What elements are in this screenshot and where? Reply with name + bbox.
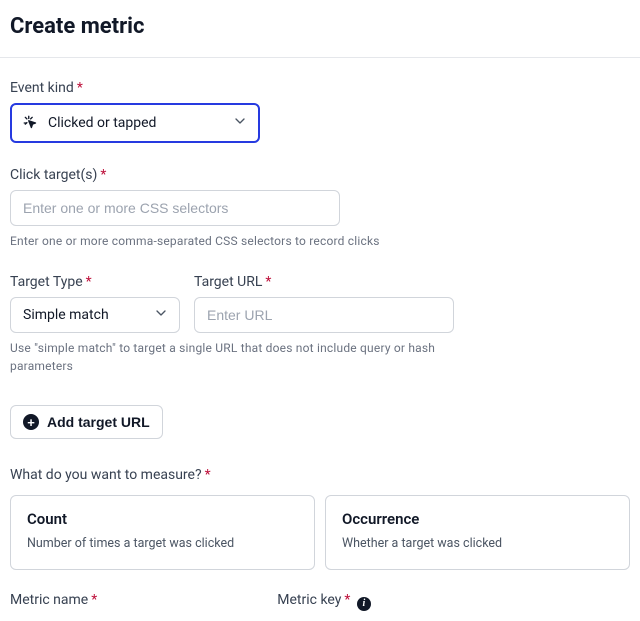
metric-key-label-text: Metric key (277, 592, 341, 608)
metric-name-label: Metric name* (10, 592, 97, 611)
measure-option-count[interactable]: Count Number of times a target was click… (10, 495, 315, 570)
target-type-value: Simple match (23, 307, 109, 323)
required-asterisk: * (344, 592, 350, 608)
required-asterisk: * (91, 592, 97, 608)
event-kind-select[interactable]: Clicked or tapped (10, 103, 260, 143)
target-type-label: Target Type* (10, 274, 180, 290)
required-asterisk: * (100, 167, 106, 183)
measure-option-title: Count (27, 510, 298, 528)
target-type-label-text: Target Type (10, 274, 83, 290)
event-kind-label-text: Event kind (10, 80, 74, 96)
divider (0, 57, 640, 58)
measure-option-desc: Whether a target was clicked (342, 536, 613, 551)
measure-option-title: Occurrence (342, 510, 613, 528)
measure-question: What do you want to measure?* (10, 467, 630, 483)
measure-option-desc: Number of times a target was clicked (27, 536, 298, 551)
required-asterisk: * (265, 274, 271, 290)
click-targets-input[interactable] (10, 190, 340, 226)
measure-question-text: What do you want to measure? (10, 467, 202, 483)
required-asterisk: * (205, 467, 211, 483)
required-asterisk: * (77, 80, 83, 96)
click-cursor-icon (22, 114, 40, 132)
target-type-select[interactable]: Simple match (10, 297, 180, 333)
click-targets-label-text: Click target(s) (10, 167, 97, 183)
event-kind-value: Clicked or tapped (48, 115, 156, 131)
click-targets-help: Enter one or more comma-separated CSS se… (10, 232, 630, 250)
chevron-down-icon (153, 305, 169, 325)
target-type-help: Use "simple match" to target a single UR… (10, 339, 480, 375)
required-asterisk: * (86, 274, 92, 290)
metric-key-label: Metric key* i (277, 592, 371, 611)
plus-circle-icon: + (23, 414, 39, 430)
click-targets-label: Click target(s)* (10, 167, 630, 183)
target-url-label-text: Target URL (194, 274, 262, 290)
page-title: Create metric (10, 14, 630, 39)
add-target-url-label: Add target URL (47, 414, 150, 430)
add-target-url-button[interactable]: + Add target URL (10, 405, 163, 439)
target-url-input[interactable] (194, 297, 454, 333)
measure-option-occurrence[interactable]: Occurrence Whether a target was clicked (325, 495, 630, 570)
event-kind-label: Event kind* (10, 80, 630, 96)
target-url-label: Target URL* (194, 274, 454, 290)
chevron-down-icon (232, 113, 248, 133)
info-icon[interactable]: i (357, 597, 371, 611)
metric-name-label-text: Metric name (10, 592, 88, 608)
